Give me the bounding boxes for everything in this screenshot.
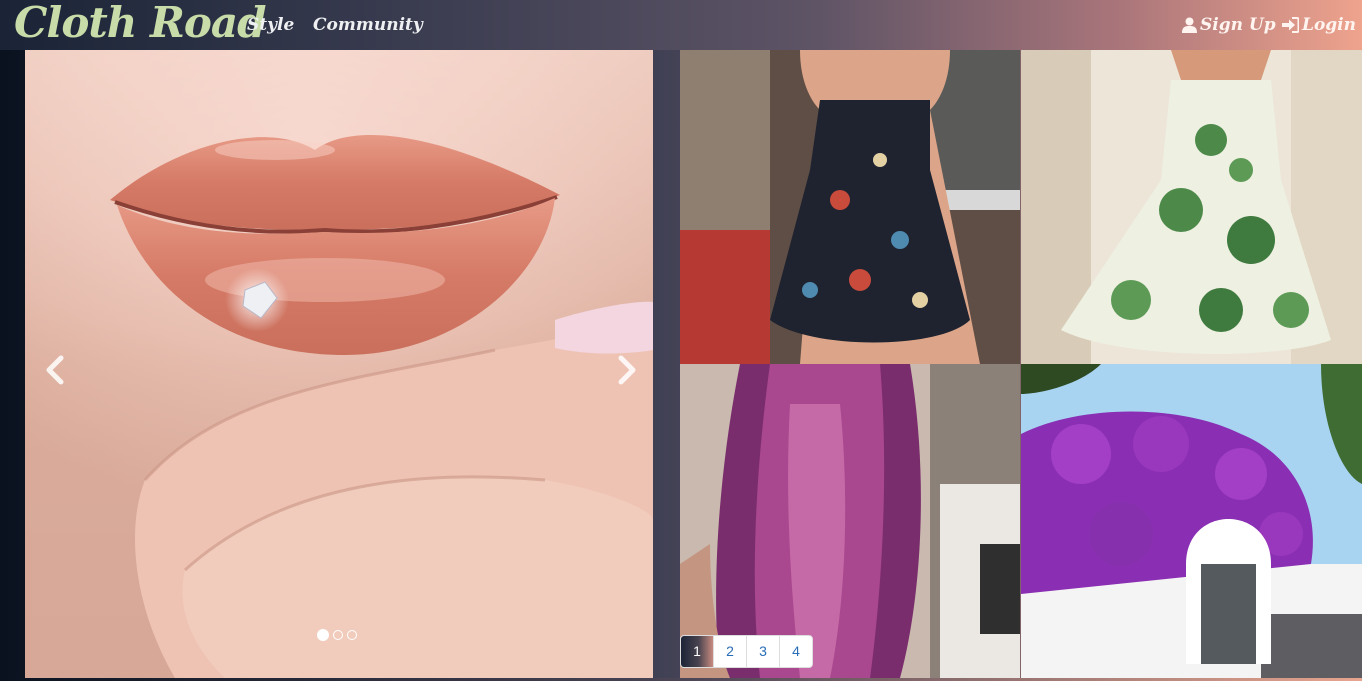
nav-link-style[interactable]: Style bbox=[247, 12, 294, 38]
page-3-button[interactable]: 3 bbox=[746, 636, 779, 667]
carousel-indicator[interactable] bbox=[317, 629, 329, 641]
carousel-indicators bbox=[317, 629, 357, 641]
login-label: Login bbox=[1302, 15, 1356, 35]
signup-label: Sign Up bbox=[1200, 15, 1276, 35]
brand-logo[interactable]: Cloth Road bbox=[14, 0, 266, 50]
login-link[interactable]: Login bbox=[1282, 12, 1356, 38]
carousel-indicator[interactable] bbox=[333, 630, 343, 640]
chevron-right-icon bbox=[618, 355, 636, 385]
carousel-next-button[interactable] bbox=[605, 350, 645, 390]
carousel-indicator[interactable] bbox=[347, 630, 357, 640]
chevron-left-icon bbox=[46, 355, 64, 385]
page-1-button[interactable]: 1 bbox=[681, 636, 713, 667]
gallery-tile-green-dress[interactable] bbox=[1021, 50, 1362, 364]
navbar: Cloth Road Style Community Sign Up Login bbox=[0, 0, 1362, 50]
carousel-prev-button[interactable] bbox=[37, 350, 77, 390]
purple-hair-image bbox=[680, 364, 1020, 678]
gallery-tile-bougainvillea[interactable] bbox=[1021, 364, 1362, 678]
page-2-button[interactable]: 2 bbox=[713, 636, 746, 667]
pagination: 1 2 3 4 bbox=[680, 635, 813, 668]
signup-link[interactable]: Sign Up bbox=[1182, 12, 1276, 38]
nav-link-community[interactable]: Community bbox=[313, 12, 423, 38]
user-icon bbox=[1182, 17, 1197, 33]
page-4-button[interactable]: 4 bbox=[779, 636, 812, 667]
carousel-slide-image bbox=[110, 135, 653, 678]
gallery-tile-dark-dress[interactable] bbox=[680, 50, 1020, 364]
gallery-tile-purple-hair[interactable] bbox=[680, 364, 1020, 678]
hero-carousel[interactable] bbox=[25, 50, 653, 678]
green-floral-dress-image bbox=[1021, 50, 1362, 364]
sign-in-icon bbox=[1282, 17, 1299, 33]
bougainvillea-gate-image bbox=[1021, 364, 1362, 678]
dark-floral-dress-image bbox=[680, 50, 1020, 364]
